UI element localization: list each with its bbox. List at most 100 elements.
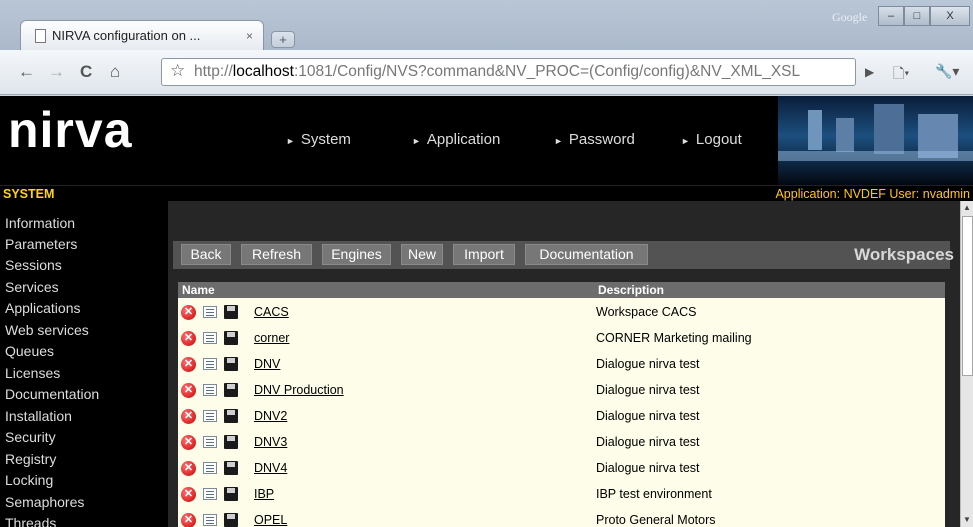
sidebar: Information Parameters Sessions Services… <box>0 201 168 527</box>
properties-icon[interactable] <box>203 410 217 422</box>
save-icon[interactable] <box>224 513 238 527</box>
delete-icon[interactable]: ✕ <box>181 383 196 398</box>
delete-icon[interactable]: ✕ <box>181 461 196 476</box>
sidebar-item-installation[interactable]: Installation <box>5 408 72 425</box>
sidebar-item-web-services[interactable]: Web services <box>5 322 89 339</box>
scrollbar-thumb[interactable] <box>962 216 973 376</box>
properties-icon[interactable] <box>203 514 217 526</box>
close-window-button[interactable]: X <box>930 6 970 26</box>
workspace-description: Dialogue nirva test <box>596 461 700 475</box>
sidebar-item-sessions[interactable]: Sessions <box>5 257 62 274</box>
menu-application[interactable]: ► Application <box>412 131 500 148</box>
column-header-name: Name <box>182 283 215 297</box>
workspace-description: Workspace CACS <box>596 305 697 319</box>
properties-icon[interactable] <box>203 488 217 500</box>
save-icon[interactable] <box>224 331 238 345</box>
delete-icon[interactable]: ✕ <box>181 435 196 450</box>
table-row: ✕ DNV4 Dialogue nirva test <box>178 456 945 482</box>
table-row: ✕ IBP IBP test environment <box>178 482 945 508</box>
page-menu-icon[interactable]: 🗋▾ <box>893 63 909 87</box>
sidebar-item-services[interactable]: Services <box>5 279 59 296</box>
save-icon[interactable] <box>224 435 238 449</box>
workspace-description: IBP test environment <box>596 487 712 501</box>
reload-icon[interactable]: C <box>80 62 92 82</box>
save-icon[interactable] <box>224 487 238 501</box>
menu-label: System <box>300 131 351 148</box>
nirva-logo: nirva <box>8 102 133 158</box>
delete-icon[interactable]: ✕ <box>181 331 196 346</box>
bookmark-star-icon[interactable]: ☆ <box>170 61 185 81</box>
workspace-link[interactable]: CACS <box>254 305 289 319</box>
engines-button[interactable]: Engines <box>322 244 391 265</box>
sidebar-item-registry[interactable]: Registry <box>5 451 56 468</box>
application-user-info: Application: NVDEF User: nvadmin <box>775 187 970 201</box>
scroll-down-icon[interactable]: ▼ <box>963 515 971 524</box>
sidebar-item-documentation[interactable]: Documentation <box>5 386 99 403</box>
maximize-button[interactable]: □ <box>904 6 930 26</box>
workspace-description: Dialogue nirva test <box>596 383 700 397</box>
sidebar-item-locking[interactable]: Locking <box>5 472 53 489</box>
home-icon[interactable]: ⌂ <box>110 62 120 82</box>
menu-arrow-icon: ► <box>412 136 421 146</box>
scroll-up-icon[interactable]: ▲ <box>963 203 971 212</box>
properties-icon[interactable] <box>203 358 217 370</box>
properties-icon[interactable] <box>203 306 217 318</box>
menu-password[interactable]: ► Password <box>554 131 635 148</box>
save-icon[interactable] <box>224 305 238 319</box>
properties-icon[interactable] <box>203 462 217 474</box>
back-button[interactable]: Back <box>181 244 231 265</box>
sidebar-item-security[interactable]: Security <box>5 429 56 446</box>
properties-icon[interactable] <box>203 332 217 344</box>
menu-logout[interactable]: ► Logout <box>681 131 742 148</box>
workspace-link[interactable]: corner <box>254 331 289 345</box>
workspace-description: Dialogue nirva test <box>596 409 700 423</box>
sidebar-item-applications[interactable]: Applications <box>5 300 81 317</box>
workspace-link[interactable]: DNV3 <box>254 435 287 449</box>
save-icon[interactable] <box>224 383 238 397</box>
workspace-link[interactable]: DNV4 <box>254 461 287 475</box>
save-icon[interactable] <box>224 409 238 423</box>
forward-arrow-icon[interactable]: → <box>48 62 65 82</box>
sidebar-item-queues[interactable]: Queues <box>5 343 54 360</box>
delete-icon[interactable]: ✕ <box>181 357 196 372</box>
sidebar-item-licenses[interactable]: Licenses <box>5 365 60 382</box>
import-button[interactable]: Import <box>453 244 515 265</box>
page-scrollbar[interactable]: ▲ ▼ <box>960 201 973 527</box>
workspace-link[interactable]: DNV Production <box>254 383 344 397</box>
delete-icon[interactable]: ✕ <box>181 305 196 320</box>
sidebar-item-semaphores[interactable]: Semaphores <box>5 494 84 511</box>
go-icon[interactable]: ▶ <box>865 65 874 79</box>
workspace-link[interactable]: OPEL <box>254 513 287 527</box>
properties-icon[interactable] <box>203 436 217 448</box>
tab-close-icon[interactable]: × <box>246 29 253 43</box>
refresh-button[interactable]: Refresh <box>241 244 312 265</box>
documentation-button[interactable]: Documentation <box>525 244 648 265</box>
workspace-link[interactable]: IBP <box>254 487 274 501</box>
table-header: Name Description <box>178 282 945 298</box>
address-bar[interactable]: http://localhost:1081/Config/NVS?command… <box>161 58 856 86</box>
delete-icon[interactable]: ✕ <box>181 409 196 424</box>
wrench-menu-icon[interactable]: 🔧▾ <box>935 63 959 80</box>
new-button[interactable]: New <box>401 244 443 265</box>
sidebar-item-threads[interactable]: Threads <box>5 515 56 527</box>
new-tab-button[interactable]: + <box>271 31 295 48</box>
save-icon[interactable] <box>224 357 238 371</box>
menu-label: Application <box>426 131 501 148</box>
menu-arrow-icon: ► <box>681 136 690 146</box>
sidebar-item-information[interactable]: Information <box>5 215 75 232</box>
workspaces-table: Name Description ✕ CACS Workspace CACS ✕… <box>178 282 945 527</box>
delete-icon[interactable]: ✕ <box>181 487 196 502</box>
sidebar-item-parameters[interactable]: Parameters <box>5 236 77 253</box>
menu-system[interactable]: ► System <box>286 131 351 148</box>
workspace-link[interactable]: DNV2 <box>254 409 287 423</box>
workspace-link[interactable]: DNV <box>254 357 280 371</box>
table-row: ✕ DNV Dialogue nirva test <box>178 352 945 378</box>
save-icon[interactable] <box>224 461 238 475</box>
table-row: ✕ corner CORNER Marketing mailing <box>178 326 945 352</box>
back-arrow-icon[interactable]: ← <box>18 62 35 82</box>
delete-icon[interactable]: ✕ <box>181 513 196 527</box>
browser-tab[interactable]: NIRVA configuration on ... × <box>20 20 264 50</box>
minimize-button[interactable]: – <box>878 6 904 26</box>
url-host: localhost <box>232 63 294 80</box>
properties-icon[interactable] <box>203 384 217 396</box>
